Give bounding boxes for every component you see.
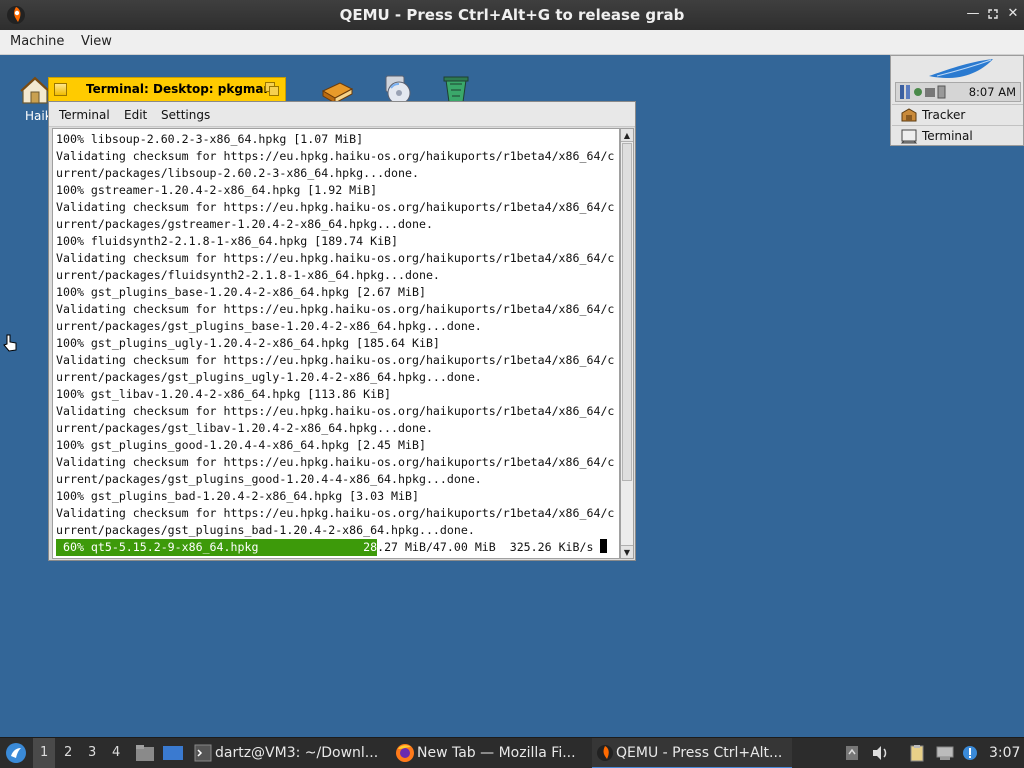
minimize-icon[interactable]: —: [964, 5, 982, 23]
deskbar-item-label: Terminal: [922, 129, 973, 143]
terminal-window: Terminal Edit Settings 100% libsoup-2.60…: [48, 101, 636, 561]
task-label: New Tab — Mozilla Fi...: [417, 745, 576, 761]
deskbar: 8:07 AM Tracker Terminal: [890, 55, 1024, 146]
menu-terminal[interactable]: Terminal: [59, 108, 110, 122]
notification-icon[interactable]: [962, 745, 978, 761]
download-progress-bar: 60% qt5-5.15.2-9-x86_64.hpkg 28.27 MiB/4…: [56, 539, 618, 556]
workspace-1[interactable]: 1: [40, 745, 48, 760]
maximize-icon[interactable]: [984, 5, 1002, 23]
terminal-line: Validating checksum for https://eu.hpkg.…: [56, 149, 615, 163]
workspace-4[interactable]: 4: [112, 745, 120, 760]
terminal-line: Validating checksum for https://eu.hpkg.…: [56, 251, 615, 265]
progress-text-on-fill: 60% qt5-5.15.2-9-x86_64.hpkg 28: [56, 540, 378, 554]
task-label: dartz@VM3: ~/Downl...: [215, 745, 379, 761]
terminal-line: urrent/packages/gst_plugins_base-1.20.4-…: [56, 319, 482, 333]
terminal-line: Validating checksum for https://eu.hpkg.…: [56, 506, 615, 520]
tray-up-icon[interactable]: [845, 745, 859, 761]
close-window-icon[interactable]: [54, 83, 67, 96]
tracker-icon: [901, 108, 917, 122]
scroll-down-arrow-icon[interactable]: ▼: [621, 545, 633, 558]
deskbar-item-tracker[interactable]: Tracker: [892, 104, 1023, 125]
terminal-line: Validating checksum for https://eu.hpkg.…: [56, 404, 615, 418]
terminal-app-icon: [194, 744, 212, 762]
trash-icon[interactable]: [442, 74, 470, 104]
show-desktop-icon[interactable]: [162, 744, 184, 762]
progress-text: 60% qt5-5.15.2-9-x86_64.hpkg 28.27 MiB/4…: [56, 539, 608, 556]
terminal-line: Validating checksum for https://eu.hpkg.…: [56, 353, 615, 367]
qemu-title-bar[interactable]: QEMU - Press Ctrl+Alt+G to release grab …: [0, 0, 1024, 30]
workspace-2[interactable]: 2: [64, 745, 72, 760]
terminal-title-tab[interactable]: Terminal: Desktop: pkgman: [48, 77, 286, 101]
text-cursor: [600, 539, 608, 553]
terminal-window-title: Terminal: Desktop: pkgman: [86, 82, 273, 96]
menu-machine[interactable]: Machine: [10, 34, 64, 49]
terminal-line: 100% gst_plugins_bad-1.20.4-2-x86_64.hpk…: [56, 489, 419, 503]
taskbar-clock[interactable]: 3:07: [989, 745, 1020, 761]
terminal-line: 100% gst_plugins_good-1.20.4-4-x86_64.hp…: [56, 438, 426, 452]
volume-icon[interactable]: [871, 745, 889, 761]
haiku-leaf-icon: [929, 59, 993, 78]
menu-edit[interactable]: Edit: [124, 108, 147, 122]
menu-view[interactable]: View: [81, 34, 112, 49]
scroll-up-arrow-icon[interactable]: ▲: [621, 129, 633, 142]
deskbar-clock[interactable]: 8:07 AM: [969, 85, 1016, 99]
terminal-icon: [900, 129, 918, 144]
deskbar-item-terminal[interactable]: Terminal: [892, 125, 1023, 146]
terminal-line: urrent/packages/gst_plugins_bad-1.20.4-2…: [56, 523, 475, 537]
terminal-scrollbar[interactable]: ▲ ▼: [620, 128, 634, 559]
scrollbar-thumb[interactable]: [622, 143, 632, 481]
terminal-line: 100% gst_libav-1.20.4-2-x86_64.hpkg [113…: [56, 387, 392, 401]
file-manager-icon[interactable]: [135, 744, 155, 762]
terminal-line: urrent/packages/libsoup-2.60.2-3-x86_64.…: [56, 166, 419, 180]
tray-icons[interactable]: [898, 84, 958, 100]
task-firefox[interactable]: New Tab — Mozilla Fi...: [393, 738, 589, 768]
terminal-output[interactable]: 100% libsoup-2.60.2-3-x86_64.hpkg [1.07 …: [52, 128, 620, 559]
task-terminal[interactable]: dartz@VM3: ~/Downl...: [191, 738, 387, 768]
menu-settings[interactable]: Settings: [161, 108, 210, 122]
deskbar-leaf-logo[interactable]: [891, 56, 1023, 82]
task-label: QEMU - Press Ctrl+Alt...: [616, 745, 783, 761]
terminal-menubar: Terminal Edit Settings: [49, 102, 635, 127]
terminal-line: urrent/packages/gst_plugins_ugly-1.20.4-…: [56, 370, 482, 384]
terminal-lines: 100% libsoup-2.60.2-3-x86_64.hpkg [1.07 …: [56, 131, 618, 556]
window-title: QEMU - Press Ctrl+Alt+G to release grab: [339, 6, 685, 24]
terminal-line: 100% libsoup-2.60.2-3-x86_64.hpkg [1.07 …: [56, 132, 364, 146]
qemu-menubar: Machine View: [0, 30, 1024, 55]
start-menu-icon[interactable]: [5, 742, 27, 764]
hand-pointer-icon: [3, 334, 17, 352]
qemu-task-icon: [597, 745, 613, 761]
terminal-line: 100% fluidsynth2-2.1.8-1-x86_64.hpkg [18…: [56, 234, 399, 248]
network-icon[interactable]: [935, 745, 955, 761]
terminal-line: 100% gst_plugins_base-1.20.4-2-x86_64.hp…: [56, 285, 426, 299]
deskbar-item-label: Tracker: [922, 108, 966, 122]
terminal-line: urrent/packages/gstreamer-1.20.4-2-x86_6…: [56, 217, 433, 231]
terminal-line: urrent/packages/gst_libav-1.20.4-2-x86_6…: [56, 421, 433, 435]
terminal-line: urrent/packages/gst_plugins_good-1.20.4-…: [56, 472, 482, 486]
progress-text-rest: .27 MiB/47.00 MiB 325.26 KiB/s: [377, 540, 601, 554]
task-qemu[interactable]: QEMU - Press Ctrl+Alt...: [592, 738, 792, 768]
terminal-line: urrent/packages/fluidsynth2-2.1.8-1-x86_…: [56, 268, 440, 282]
clipboard-icon[interactable]: [909, 744, 925, 762]
terminal-line: Validating checksum for https://eu.hpkg.…: [56, 200, 615, 214]
firefox-icon: [396, 744, 414, 762]
terminal-line: 100% gst_plugins_ugly-1.20.4-2-x86_64.hp…: [56, 336, 440, 350]
terminal-line: 100% gstreamer-1.20.4-2-x86_64.hpkg [1.9…: [56, 183, 378, 197]
host-taskbar: 1 2 3 4 dartz@VM3: ~/Downl... New Tab — …: [0, 737, 1024, 768]
workspace-3[interactable]: 3: [88, 745, 96, 760]
close-icon[interactable]: ✕: [1004, 5, 1022, 23]
home-folder-icon[interactable]: [20, 76, 50, 106]
zoom-window-icon[interactable]: [265, 82, 280, 97]
terminal-line: Validating checksum for https://eu.hpkg.…: [56, 455, 615, 469]
deskbar-tray: 8:07 AM: [895, 82, 1021, 102]
terminal-line: Validating checksum for https://eu.hpkg.…: [56, 302, 615, 316]
